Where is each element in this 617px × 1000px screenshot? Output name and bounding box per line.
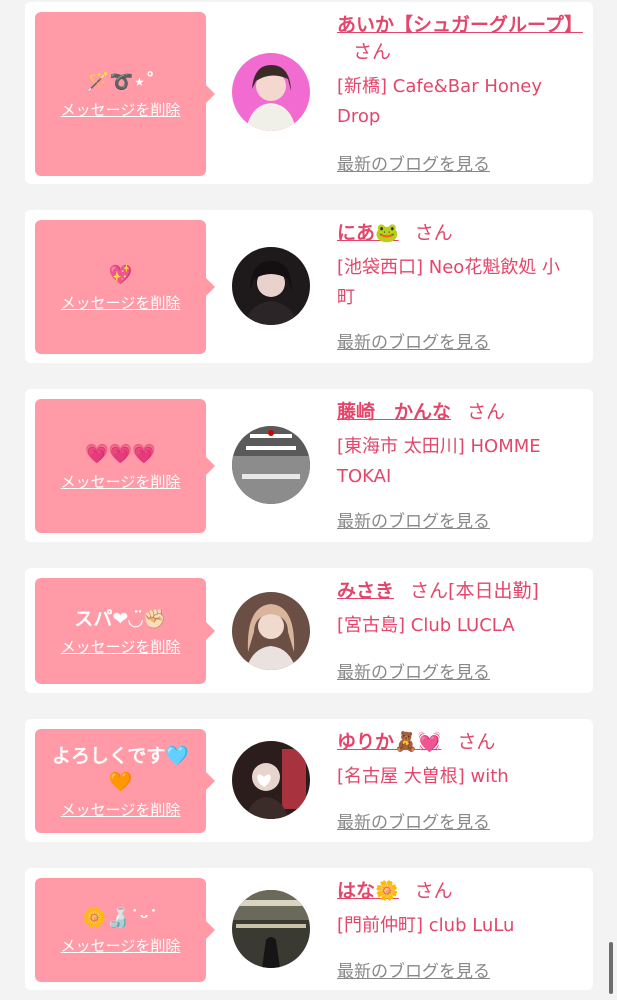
profile-info: みさき さん[本日出勤] [宮古島] Club LUCLA bbox=[337, 578, 577, 641]
avatar[interactable] bbox=[232, 741, 310, 819]
latest-blog-link[interactable]: 最新のブログを見る bbox=[337, 507, 490, 532]
honorific: さん bbox=[410, 580, 449, 602]
message-card: 🌼🍶˙ᵕ˙ メッセージを削除 はな🌼 さん [門前仲町] club LuLu 最新… bbox=[25, 868, 593, 990]
delete-message-link[interactable]: メッセージを削除 bbox=[61, 799, 181, 820]
message-text: 💖 bbox=[108, 263, 133, 286]
profile-name-link[interactable]: あいか【シュガーグループ】 bbox=[337, 14, 583, 36]
attendance-status: [本日出勤] bbox=[448, 580, 539, 602]
shop-name: [宮古島] Club LUCLA bbox=[337, 615, 515, 636]
delete-message-link[interactable]: メッセージを削除 bbox=[61, 935, 181, 956]
message-text: 🌼🍶˙ᵕ˙ bbox=[82, 906, 159, 929]
profile-name-link[interactable]: みさき bbox=[337, 580, 394, 602]
message-bubble: 💖 メッセージを削除 bbox=[35, 220, 215, 354]
latest-blog-link[interactable]: 最新のブログを見る bbox=[337, 328, 490, 353]
message-bubble: よろしくです🩵🧡 メッセージを削除 bbox=[35, 729, 215, 833]
profile-name-link[interactable]: はな🌼 bbox=[337, 880, 399, 902]
shop-name: [新橋] Cafe&Bar Honey Drop bbox=[337, 76, 542, 127]
message-card: 💖 メッセージを削除 にあ🐸 さん [池袋西口] Neo花魁飲処 小町 最新のブロ… bbox=[25, 210, 593, 363]
avatar[interactable] bbox=[232, 247, 310, 325]
message-bubble: 🪄➰⋆˚ メッセージを削除 bbox=[35, 12, 215, 176]
delete-message-link[interactable]: メッセージを削除 bbox=[61, 636, 181, 657]
profile-info: あいか【シュガーグループ】さん [新橋] Cafe&Bar Honey Drop bbox=[337, 12, 583, 132]
name-line: にあ🐸 さん bbox=[337, 220, 577, 247]
message-card: よろしくです🩵🧡 メッセージを削除 ゆりか🧸💓 さん [名古屋 大曽根] with… bbox=[25, 719, 593, 842]
shop-name: [門前仲町] club LuLu bbox=[337, 915, 515, 936]
message-card: 🪄➰⋆˚ メッセージを削除 あいか【シュガーグループ】さん [新橋] Cafe&… bbox=[25, 2, 593, 184]
message-bubble: スパ❤︎◡̈✊🏻 メッセージを削除 bbox=[35, 578, 215, 684]
latest-blog-link[interactable]: 最新のブログを見る bbox=[337, 658, 490, 683]
message-card: スパ❤︎◡̈✊🏻 メッセージを削除 みさき さん[本日出勤] [宮古島] Club… bbox=[25, 568, 593, 693]
name-line: はな🌼 さん bbox=[337, 878, 577, 905]
shop-name: [東海市 太田川] HOMME TOKAI bbox=[337, 436, 541, 487]
message-bubble: 💗💗💗 メッセージを削除 bbox=[35, 399, 215, 533]
delete-message-link[interactable]: メッセージを削除 bbox=[61, 292, 181, 313]
message-text: よろしくです🩵🧡 bbox=[51, 744, 190, 793]
message-card: 💗💗💗 メッセージを削除 藤崎 かんな さん [東海市 太田川] HOMME TO… bbox=[25, 389, 593, 542]
latest-blog-link[interactable]: 最新のブログを見る bbox=[337, 150, 490, 175]
name-line: あいか【シュガーグループ】さん bbox=[337, 12, 583, 66]
honorific: さん bbox=[353, 41, 392, 63]
profile-info: はな🌼 さん [門前仲町] club LuLu bbox=[337, 878, 577, 941]
profile-name-link[interactable]: ゆりか🧸💓 bbox=[337, 731, 441, 753]
name-line: ゆりか🧸💓 さん bbox=[337, 729, 577, 756]
avatar[interactable] bbox=[232, 592, 310, 670]
honorific: さん bbox=[414, 222, 453, 244]
honorific: さん bbox=[457, 731, 496, 753]
profile-info: にあ🐸 さん [池袋西口] Neo花魁飲処 小町 bbox=[337, 220, 577, 313]
delete-message-link[interactable]: メッセージを削除 bbox=[61, 99, 181, 120]
avatar[interactable] bbox=[232, 890, 310, 968]
profile-info: 藤崎 かんな さん [東海市 太田川] HOMME TOKAI bbox=[337, 399, 577, 492]
honorific: さん bbox=[467, 401, 506, 423]
honorific: さん bbox=[414, 880, 453, 902]
message-text: 🪄➰⋆˚ bbox=[86, 70, 155, 93]
delete-message-link[interactable]: メッセージを削除 bbox=[61, 471, 181, 492]
shop-name: [池袋西口] Neo花魁飲処 小町 bbox=[337, 257, 561, 308]
profile-name-link[interactable]: にあ🐸 bbox=[337, 222, 399, 244]
avatar[interactable] bbox=[232, 53, 310, 131]
message-text: 💗💗💗 bbox=[85, 442, 156, 465]
latest-blog-link[interactable]: 最新のブログを見る bbox=[337, 808, 490, 833]
latest-blog-link[interactable]: 最新のブログを見る bbox=[337, 957, 490, 982]
message-list-page: 🪄➰⋆˚ メッセージを削除 あいか【シュガーグループ】さん [新橋] Cafe&… bbox=[0, 0, 617, 1000]
profile-info: ゆりか🧸💓 さん [名古屋 大曽根] with bbox=[337, 729, 577, 792]
shop-name: [名古屋 大曽根] with bbox=[337, 766, 509, 787]
profile-name-link[interactable]: 藤崎 かんな bbox=[337, 401, 451, 423]
message-bubble: 🌼🍶˙ᵕ˙ メッセージを削除 bbox=[35, 878, 215, 982]
name-line: みさき さん[本日出勤] bbox=[337, 578, 577, 605]
name-line: 藤崎 かんな さん bbox=[337, 399, 577, 426]
avatar[interactable] bbox=[232, 426, 310, 504]
message-text: スパ❤︎◡̈✊🏻 bbox=[74, 607, 167, 630]
scrollbar[interactable] bbox=[609, 942, 613, 994]
